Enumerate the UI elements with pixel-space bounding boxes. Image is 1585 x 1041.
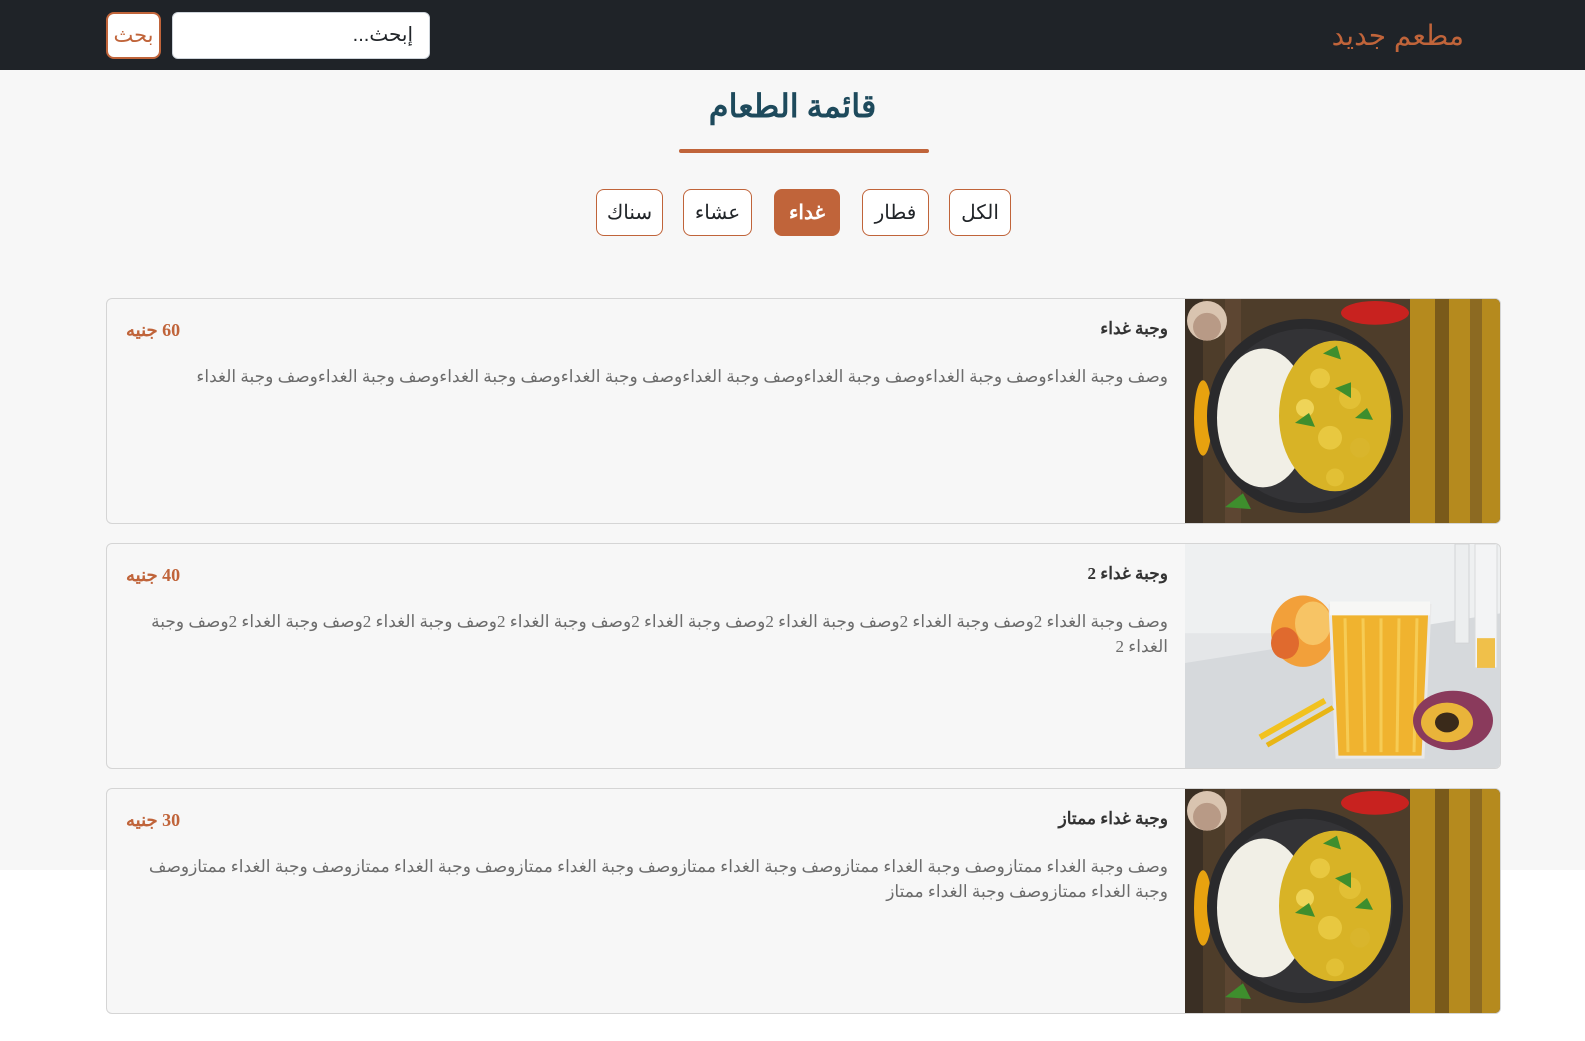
curry-bowl-image — [1185, 299, 1500, 523]
menu-item-title: وجبة غداء 2 — [1087, 564, 1169, 583]
menu-item-card[interactable]: وجبة غداء 2 40 جنيه وصف وجبة الغداء 2وصف… — [106, 543, 1501, 769]
menu-item-title: وجبة غداء ممتاز — [1058, 809, 1168, 828]
menu-item-card[interactable]: وجبة غداء ممتاز 30 جنيه وصف وجبة الغداء … — [106, 788, 1501, 1014]
filter-snack-button[interactable]: سناك — [596, 189, 663, 236]
mango-juice-image — [1185, 544, 1500, 768]
title-underline — [679, 149, 929, 153]
brand-logo[interactable]: مطعم جديد — [1332, 18, 1464, 54]
menu-item-title: وجبة غداء — [1100, 319, 1168, 338]
menu-item-card[interactable]: وجبة غداء 60 جنيه وصف وجبة الغداءوصف وجب… — [106, 298, 1501, 524]
filter-breakfast-button[interactable]: فطار — [862, 189, 929, 236]
page-title: قائمة الطعام — [708, 88, 877, 124]
menu-item-price: 30 جنيه — [126, 810, 181, 830]
menu-item-description: وصف وجبة الغداءوصف وجبة الغداءوصف وجبة ا… — [196, 367, 1168, 386]
menu-item-price: 60 جنيه — [126, 320, 181, 340]
filter-dinner-button[interactable]: عشاء — [683, 189, 752, 236]
menu-item-description: وصف وجبة الغداء 2وصف وجبة الغداء 2وصف وج… — [151, 612, 1168, 656]
filter-lunch-button[interactable]: غداء — [774, 189, 840, 236]
navbar: مطعم جديد بحث — [0, 0, 1585, 70]
menu-item-price: 40 جنيه — [126, 565, 181, 585]
curry-bowl-image — [1185, 789, 1500, 1013]
filter-all-button[interactable]: الكل — [949, 189, 1011, 236]
filter-bar: سناك عشاء غداء فطار الكل — [596, 189, 1012, 237]
menu-item-description: وصف وجبة الغداء ممتازوصف وجبة الغداء ممت… — [148, 857, 1168, 901]
search-button[interactable]: بحث — [106, 12, 161, 59]
search-input[interactable] — [172, 12, 430, 59]
